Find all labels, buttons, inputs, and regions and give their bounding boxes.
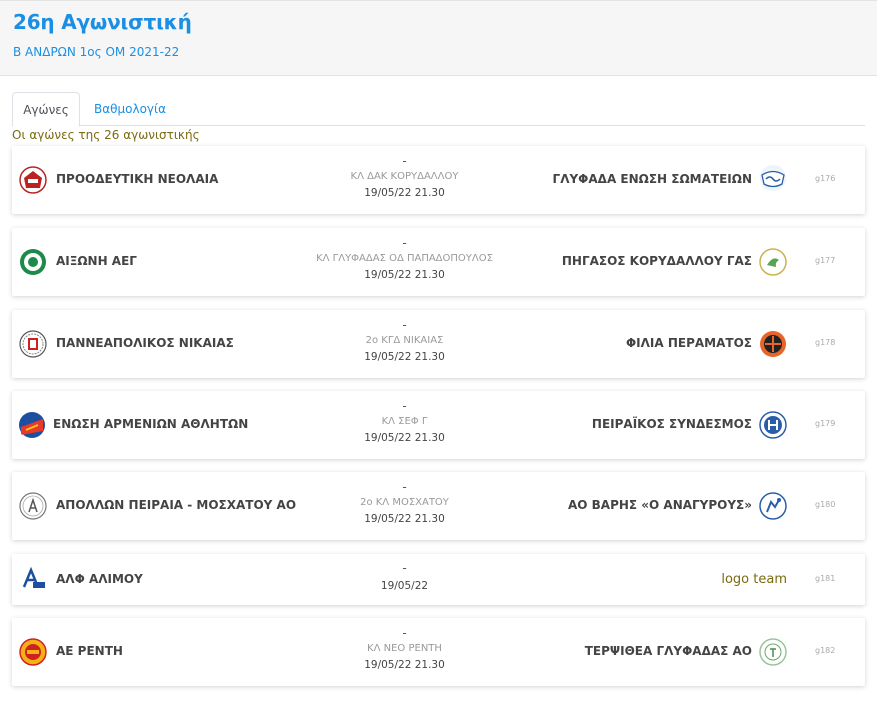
match-info: - 2ο ΚΛ ΜΟΣΧΑΤΟΥ 19/05/22 21.30 [302, 480, 507, 526]
home-team-name[interactable]: ΑΠΟΛΛΩΝ ΠΕΙΡΑΙΑ - ΜΟΣΧΑΤΟΥ ΑΟ [56, 498, 296, 512]
match-info: - 2ο ΚΓΔ ΝΙΚΑΙΑΣ 19/05/22 21.30 [302, 318, 507, 364]
match-datetime: 19/05/22 21.30 [364, 659, 445, 671]
peiraikos-logo-icon [759, 411, 787, 439]
match-code: g179 [815, 419, 836, 428]
tab-matches[interactable]: Αγώνες [12, 92, 80, 127]
match-venue[interactable]: ΚΛ ΓΛΥΦΑΔΑΣ ΟΔ ΠΑΠΑΔΟΠΟΥΛΟΣ [302, 250, 507, 268]
away-team-name[interactable]: logo team [721, 572, 787, 587]
match-score: - [402, 236, 407, 250]
match-card[interactable]: ΑΛΦ ΑΛΙΜΟΥ - 19/05/22 logo team g181 [12, 554, 865, 605]
match-info: - ΚΛ ΝΕΟ ΡΕΝΤΗ 19/05/22 21.30 [302, 626, 507, 672]
rentis-logo-icon [19, 638, 47, 666]
terpsithea-logo-icon [759, 638, 787, 666]
match-code: g178 [815, 338, 836, 347]
match-card[interactable]: ΑΙΞΩΝΗ ΑΕΓ - ΚΛ ΓΛΥΦΑΔΑΣ ΟΔ ΠΑΠΑΔΟΠΟΥΛΟΣ… [12, 228, 865, 296]
aixoni-logo-icon [19, 248, 47, 276]
match-venue[interactable]: 2ο ΚΛ ΜΟΣΧΑΤΟΥ [302, 494, 507, 512]
page-subtitle: Β ΑΝΔΡΩΝ 1ος ΟΜ 2021-22 [13, 45, 180, 59]
match-score: - [402, 154, 407, 168]
alf-logo-icon [19, 565, 47, 593]
match-score: - [402, 318, 407, 332]
match-code: g180 [815, 500, 836, 509]
match-datetime: 19/05/22 21.30 [364, 269, 445, 281]
matches-caption: Οι αγώνες της 26 αγωνιστικής [12, 128, 200, 142]
home-team-name[interactable]: ΑΕ ΡΕΝΤΗ [56, 644, 123, 658]
match-info: - ΚΛ ΓΛΥΦΑΔΑΣ ΟΔ ΠΑΠΑΔΟΠΟΥΛΟΣ 19/05/22 2… [302, 236, 507, 282]
match-card[interactable]: ΕΝΩΣΗ ΑΡΜΕΝΙΩΝ ΑΘΛΗΤΩΝ - ΚΛ ΣΕΦ Γ 19/05/… [12, 391, 865, 459]
match-datetime: 19/05/22 [380, 580, 429, 592]
home-team-name[interactable]: ΕΝΩΣΗ ΑΡΜΕΝΙΩΝ ΑΘΛΗΤΩΝ [53, 417, 248, 431]
filia-logo-icon [759, 330, 787, 358]
match-info: - 19/05/22 [302, 561, 507, 593]
match-datetime: 19/05/22 21.30 [364, 432, 445, 444]
away-team-name[interactable]: ΦΙΛΙΑ ΠΕΡΑΜΑΤΟΣ [626, 336, 752, 350]
panneapolikos-logo-icon [19, 330, 47, 358]
pigasos-logo-icon [759, 248, 787, 276]
match-datetime: 19/05/22 21.30 [364, 513, 445, 525]
match-datetime: 19/05/22 21.30 [364, 351, 445, 363]
apollon-logo-icon [19, 492, 47, 520]
match-venue[interactable]: ΚΛ ΔΑΚ ΚΟΡΥΔΑΛΛΟΥ [302, 168, 507, 186]
match-datetime: 19/05/22 21.30 [364, 187, 445, 199]
match-code: g176 [815, 174, 836, 183]
tab-standings[interactable]: Βαθμολογία [81, 92, 179, 126]
match-card[interactable]: ΠΑΝΝΕΑΠΟΛΙΚΟΣ ΝΙΚΑΙΑΣ - 2ο ΚΓΔ ΝΙΚΑΙΑΣ 1… [12, 310, 865, 378]
away-team-name[interactable]: ΤΕΡΨΙΘΕΑ ΓΛΥΦΑΔΑΣ ΑΟ [585, 644, 752, 658]
away-team-name[interactable]: ΠΕΙΡΑΪΚΟΣ ΣΥΝΔΕΣΜΟΣ [592, 417, 752, 431]
varis-logo-icon [759, 492, 787, 520]
match-card[interactable]: ΑΕ ΡΕΝΤΗ - ΚΛ ΝΕΟ ΡΕΝΤΗ 19/05/22 21.30 Τ… [12, 618, 865, 686]
away-team-name[interactable]: ΓΛΥΦΑΔΑ ΕΝΩΣΗ ΣΩΜΑΤΕΙΩΝ [553, 172, 752, 186]
match-venue[interactable]: 2ο ΚΓΔ ΝΙΚΑΙΑΣ [302, 332, 507, 350]
match-code: g177 [815, 256, 836, 265]
away-team-name[interactable]: ΠΗΓΑΣΟΣ ΚΟΡΥΔΑΛΛΟΥ ΓΑΣ [562, 254, 752, 268]
home-team-name[interactable]: ΑΙΞΩΝΗ ΑΕΓ [56, 254, 137, 268]
match-venue[interactable]: ΚΛ ΣΕΦ Γ [302, 413, 507, 431]
match-code: g181 [815, 574, 836, 583]
tabs-bar: Αγώνες Βαθμολογία [12, 92, 865, 127]
match-score: - [402, 480, 407, 494]
match-score: - [402, 626, 407, 640]
match-code: g182 [815, 646, 836, 655]
match-score: - [402, 399, 407, 413]
match-info: - ΚΛ ΔΑΚ ΚΟΡΥΔΑΛΛΟΥ 19/05/22 21.30 [302, 154, 507, 200]
home-team-name[interactable]: ΠΡΟΟΔΕΥΤΙΚΗ ΝΕΟΛΑΙΑ [56, 172, 218, 186]
glyfada-logo-icon [759, 164, 787, 192]
match-score: - [402, 561, 407, 575]
page-header: 26η Αγωνιστική Β ΑΝΔΡΩΝ 1ος ΟΜ 2021-22 [0, 0, 877, 76]
away-team-name[interactable]: ΑΟ ΒΑΡΗΣ «Ο ΑΝΑΓΥΡΟΥΣ» [568, 498, 752, 512]
page-title: 26η Αγωνιστική [13, 10, 192, 34]
match-venue[interactable]: ΚΛ ΝΕΟ ΡΕΝΤΗ [302, 640, 507, 658]
match-info: - ΚΛ ΣΕΦ Γ 19/05/22 21.30 [302, 399, 507, 445]
home-team-name[interactable]: ΠΑΝΝΕΑΠΟΛΙΚΟΣ ΝΙΚΑΙΑΣ [56, 336, 234, 350]
home-team-name[interactable]: ΑΛΦ ΑΛΙΜΟΥ [56, 572, 143, 586]
match-card[interactable]: ΑΠΟΛΛΩΝ ΠΕΙΡΑΙΑ - ΜΟΣΧΑΤΟΥ ΑΟ - 2ο ΚΛ ΜΟ… [12, 472, 865, 540]
proodeftiki-logo-icon [19, 166, 47, 194]
armenion-logo-icon [18, 411, 46, 439]
match-card[interactable]: ΠΡΟΟΔΕΥΤΙΚΗ ΝΕΟΛΑΙΑ - ΚΛ ΔΑΚ ΚΟΡΥΔΑΛΛΟΥ … [12, 146, 865, 214]
